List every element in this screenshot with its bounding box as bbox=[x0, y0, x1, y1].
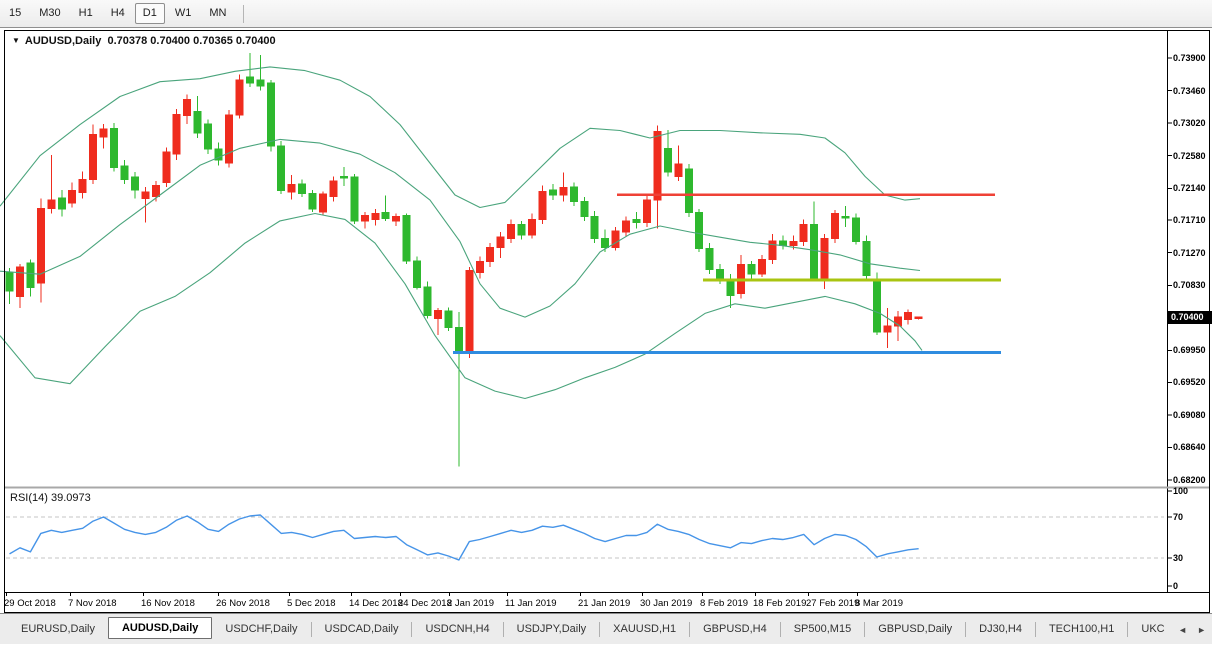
tab-usdcnh-h4[interactable]: USDCNH,H4 bbox=[412, 619, 502, 639]
date-label: 5 Dec 2018 bbox=[287, 598, 336, 609]
chart-canvas[interactable] bbox=[0, 0, 1212, 613]
price-tick-label: 0.71270 bbox=[1173, 248, 1206, 258]
date-label: 2 Jan 2019 bbox=[447, 598, 494, 609]
price-tick-label: 0.68640 bbox=[1173, 442, 1206, 452]
date-label: 21 Jan 2019 bbox=[578, 598, 630, 609]
price-tick-label: 0.73020 bbox=[1173, 118, 1206, 128]
tab-audusd-daily[interactable]: AUDUSD,Daily bbox=[108, 617, 212, 639]
tab-xauusd-h1[interactable]: XAUUSD,H1 bbox=[600, 619, 689, 639]
toolbar-separator bbox=[243, 5, 244, 23]
date-label: 11 Jan 2019 bbox=[505, 598, 557, 609]
date-label: 18 Feb 2019 bbox=[753, 598, 806, 609]
tab-gbpusd-daily[interactable]: GBPUSD,Daily bbox=[865, 619, 965, 639]
symbol-dropdown-icon[interactable]: ▼ bbox=[12, 36, 20, 45]
timeframe-button-15[interactable]: 15 bbox=[1, 3, 29, 24]
rsi-name: RSI(14) bbox=[10, 492, 48, 504]
price-tick-label: 0.71710 bbox=[1173, 215, 1206, 225]
timeframe-button-W1[interactable]: W1 bbox=[167, 3, 200, 24]
price-tick-label: 0.69080 bbox=[1173, 410, 1206, 420]
symbol-tabbar: EURUSD,DailyAUDUSD,DailyUSDCHF,DailyUSDC… bbox=[0, 613, 1212, 644]
rsi-scale-label: 70 bbox=[1173, 512, 1183, 522]
timeframe-button-H4[interactable]: H4 bbox=[103, 3, 133, 24]
tab-gbpusd-h4[interactable]: GBPUSD,H4 bbox=[690, 619, 780, 639]
date-label: 29 Oct 2018 bbox=[4, 598, 56, 609]
price-tick-label: 0.69520 bbox=[1173, 377, 1206, 387]
current-price-tag: 0.70400 bbox=[1168, 311, 1212, 324]
price-tick-label: 0.72140 bbox=[1173, 183, 1206, 193]
price-tick-label: 0.70830 bbox=[1173, 280, 1206, 290]
price-tick-label: 0.73460 bbox=[1173, 86, 1206, 96]
chart-title: ▼ AUDUSD,Daily 0.70378 0.70400 0.70365 0.… bbox=[12, 35, 276, 47]
date-label: 8 Mar 2019 bbox=[855, 598, 903, 609]
tab-eurusd-daily[interactable]: EURUSD,Daily bbox=[8, 619, 108, 639]
date-label: 7 Nov 2018 bbox=[68, 598, 117, 609]
date-label: 16 Nov 2018 bbox=[141, 598, 195, 609]
rsi-scale-label: 100 bbox=[1173, 486, 1188, 496]
price-tick-label: 0.69950 bbox=[1173, 345, 1206, 355]
date-label: 24 Dec 2018 bbox=[398, 598, 452, 609]
date-label: 14 Dec 2018 bbox=[349, 598, 403, 609]
timeframe-button-H1[interactable]: H1 bbox=[71, 3, 101, 24]
timeframe-toolbar: 15M30H1H4D1W1MN bbox=[0, 0, 1212, 28]
rsi-indicator-label: RSI(14) 39.0973 bbox=[10, 492, 91, 504]
tab-scroll-right-icon[interactable]: ► bbox=[1197, 625, 1206, 635]
price-tick-label: 0.68200 bbox=[1173, 475, 1206, 485]
timeframe-button-M30[interactable]: M30 bbox=[31, 3, 68, 24]
date-label: 30 Jan 2019 bbox=[640, 598, 692, 609]
tab-usdcad-daily[interactable]: USDCAD,Daily bbox=[312, 619, 412, 639]
rsi-scale-label: 30 bbox=[1173, 553, 1183, 563]
chart-ohlc-values: 0.70378 0.70400 0.70365 0.70400 bbox=[107, 35, 275, 47]
date-label: 8 Feb 2019 bbox=[700, 598, 748, 609]
date-label: 27 Feb 2019 bbox=[806, 598, 859, 609]
timeframe-button-MN[interactable]: MN bbox=[201, 3, 234, 24]
tab-scroll-left-icon[interactable]: ◄ bbox=[1178, 625, 1187, 635]
chart-symbol-label: AUDUSD,Daily bbox=[25, 35, 101, 47]
tab-sp500-m15[interactable]: SP500,M15 bbox=[781, 619, 864, 639]
tab-scroll-controls: ◄ ► bbox=[1178, 614, 1206, 645]
tab-usdjpy-daily[interactable]: USDJPY,Daily bbox=[504, 619, 600, 639]
tab-usdchf-daily[interactable]: USDCHF,Daily bbox=[212, 619, 310, 639]
price-tick-label: 0.72580 bbox=[1173, 151, 1206, 161]
tab-ukc[interactable]: UKC bbox=[1128, 619, 1177, 639]
rsi-scale-label: 0 bbox=[1173, 581, 1178, 591]
tab-dj30-h4[interactable]: DJ30,H4 bbox=[966, 619, 1035, 639]
price-tick-label: 0.73900 bbox=[1173, 53, 1206, 63]
date-label: 26 Nov 2018 bbox=[216, 598, 270, 609]
timeframe-button-D1[interactable]: D1 bbox=[135, 3, 165, 24]
tab-tech100-h1[interactable]: TECH100,H1 bbox=[1036, 619, 1127, 639]
rsi-current-value: 39.0973 bbox=[51, 492, 91, 504]
